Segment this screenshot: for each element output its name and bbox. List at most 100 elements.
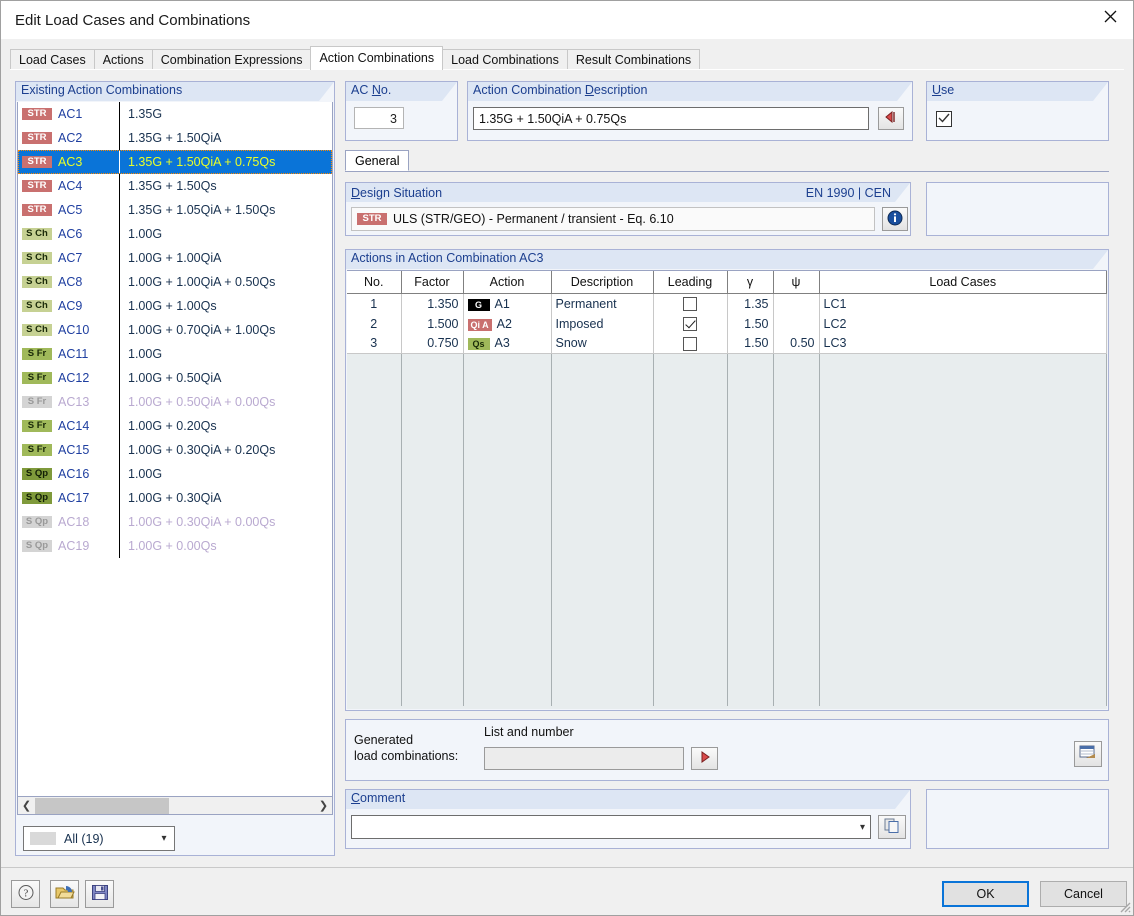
- cell-description[interactable]: Imposed: [551, 313, 654, 334]
- column-header-leading[interactable]: Leading: [653, 271, 728, 294]
- list-item[interactable]: S Fr AC12 1.00G + 0.50QiA: [18, 366, 332, 390]
- list-item[interactable]: S Qp AC19 1.00G + 0.00Qs: [18, 534, 332, 558]
- column-header-gamma[interactable]: γ: [727, 271, 774, 294]
- tab-result-combinations[interactable]: Result Combinations: [566, 49, 701, 69]
- tab-load-cases[interactable]: Load Cases: [10, 49, 95, 69]
- comment-combobox[interactable]: ▾: [351, 815, 871, 839]
- cell-load-cases[interactable]: LC2: [819, 313, 1107, 334]
- list-item[interactable]: S Qp AC16 1.00G: [18, 462, 332, 486]
- list-item[interactable]: S Fr AC11 1.00G: [18, 342, 332, 366]
- design-situation-info-button[interactable]: [882, 207, 908, 231]
- save-button[interactable]: [85, 880, 114, 908]
- list-item[interactable]: STR AC4 1.35G + 1.50Qs: [18, 174, 332, 198]
- cell-factor[interactable]: 1.500: [401, 313, 464, 334]
- cell-leading[interactable]: [653, 333, 728, 354]
- column-header-factor[interactable]: Factor: [401, 271, 464, 294]
- cell-action[interactable]: Qs A3: [463, 333, 552, 354]
- comment-panel: Comment ▾: [345, 789, 911, 849]
- list-item[interactable]: S Ch AC10 1.00G + 0.70QiA + 1.00Qs: [18, 318, 332, 342]
- design-situation-select[interactable]: STR ULS (STR/GEO) - Permanent / transien…: [351, 207, 875, 231]
- list-item[interactable]: S Fr AC14 1.00G + 0.20Qs: [18, 414, 332, 438]
- tab-action-combinations[interactable]: Action Combinations: [310, 46, 444, 70]
- cancel-button[interactable]: Cancel: [1040, 881, 1127, 907]
- table-settings-button[interactable]: [1074, 741, 1102, 767]
- list-item[interactable]: S Fr AC13 1.00G + 0.50QiA + 0.00Qs: [18, 390, 332, 414]
- ac-no-input[interactable]: 3: [354, 107, 404, 129]
- table-row[interactable]: 3 0.750 Qs A3 Snow 1.50 0.50 LC3: [347, 333, 1107, 354]
- column-header-load-cases[interactable]: Load Cases: [819, 271, 1107, 294]
- table-row[interactable]: 1 1.350 G A1 Permanent 1.35 LC1: [347, 293, 1107, 314]
- chevron-right-icon[interactable]: ❯: [315, 798, 332, 814]
- cell-description[interactable]: Snow: [551, 333, 654, 354]
- cell-load-cases[interactable]: LC3: [819, 333, 1107, 354]
- header-corner-shape: [895, 790, 910, 809]
- list-item-id-cell: S Qp AC16: [18, 467, 119, 481]
- list-item[interactable]: S Ch AC8 1.00G + 1.00QiA + 0.50Qs: [18, 270, 332, 294]
- actions-in-combination-panel: Actions in Action Combination AC3 No. Fa…: [345, 249, 1109, 711]
- chevron-left-icon[interactable]: ❮: [18, 798, 35, 814]
- leading-checkbox[interactable]: [683, 297, 697, 312]
- list-and-number-input[interactable]: [484, 747, 684, 770]
- resize-grip[interactable]: [1117, 899, 1131, 913]
- cell-gamma[interactable]: 1.50: [727, 333, 774, 354]
- action-combination-list[interactable]: STR AC1 1.35G STR AC2 1.35G + 1.50QiA STR AC3 1.…: [17, 102, 333, 797]
- cell-no[interactable]: 2: [347, 313, 402, 334]
- open-button[interactable]: [50, 880, 79, 908]
- list-item-expression: 1.00G + 1.00Qs: [119, 294, 332, 318]
- cell-load-cases[interactable]: LC1: [819, 293, 1107, 314]
- list-item[interactable]: S Qp AC17 1.00G + 0.30QiA: [18, 486, 332, 510]
- scrollbar-thumb[interactable]: [35, 797, 169, 814]
- table-row[interactable]: 2 1.500 Qi A A2 Imposed 1.50 LC2: [347, 313, 1107, 334]
- cell-description[interactable]: Permanent: [551, 293, 654, 314]
- close-button[interactable]: [1087, 1, 1133, 31]
- description-input[interactable]: 1.35G + 1.50QiA + 0.75Qs: [473, 107, 869, 130]
- cell-leading[interactable]: [653, 293, 728, 314]
- list-item[interactable]: S Fr AC15 1.00G + 0.30QiA + 0.20Qs: [18, 438, 332, 462]
- cell-psi[interactable]: [773, 313, 820, 334]
- cell-no[interactable]: 1: [347, 293, 402, 314]
- column-header-description[interactable]: Description: [551, 271, 654, 294]
- cell-psi[interactable]: 0.50: [773, 333, 820, 354]
- tab-load-combinations[interactable]: Load Combinations: [442, 49, 568, 69]
- generate-button[interactable]: [691, 747, 718, 770]
- list-item[interactable]: S Ch AC6 1.00G: [18, 222, 332, 246]
- column-header-action[interactable]: Action: [463, 271, 552, 294]
- cell-action[interactable]: Qi A A2: [463, 313, 552, 334]
- list-filter-dropdown[interactable]: All (19) ▾: [23, 826, 175, 851]
- actions-table-header: Actions in Action Combination AC3: [346, 250, 1108, 269]
- design-situation-side-panel: [926, 182, 1109, 236]
- action-name: A3: [494, 336, 510, 351]
- tab-combination-expressions[interactable]: Combination Expressions: [151, 49, 312, 69]
- chevron-down-icon[interactable]: ▾: [860, 822, 865, 833]
- leading-checkbox[interactable]: [683, 336, 697, 351]
- action-type-badge: G: [467, 298, 490, 311]
- cell-psi[interactable]: [773, 293, 820, 314]
- ok-button[interactable]: OK: [942, 881, 1029, 907]
- cell-leading[interactable]: [653, 313, 728, 334]
- help-button[interactable]: ?: [11, 880, 40, 908]
- horizontal-scrollbar[interactable]: ❮ ❯: [17, 797, 333, 815]
- cell-action[interactable]: G A1: [463, 293, 552, 314]
- cell-no[interactable]: 3: [347, 333, 402, 354]
- cell-factor[interactable]: 0.750: [401, 333, 464, 354]
- use-checkbox[interactable]: [936, 111, 952, 127]
- list-item[interactable]: S Ch AC7 1.00G + 1.00QiA: [18, 246, 332, 270]
- list-item[interactable]: STR AC5 1.35G + 1.05QiA + 1.50Qs: [18, 198, 332, 222]
- cell-factor[interactable]: 1.350: [401, 293, 464, 314]
- cell-gamma[interactable]: 1.50: [727, 313, 774, 334]
- list-item[interactable]: STR AC3 1.35G + 1.50QiA + 0.75Qs: [18, 150, 332, 174]
- subtab-general[interactable]: General: [345, 150, 410, 171]
- tab-actions[interactable]: Actions: [93, 49, 153, 69]
- column-header-psi[interactable]: ψ: [773, 271, 820, 294]
- column-header-no[interactable]: No.: [347, 271, 402, 294]
- list-item[interactable]: S Qp AC18 1.00G + 0.30QiA + 0.00Qs: [18, 510, 332, 534]
- leading-checkbox[interactable]: [683, 316, 697, 331]
- comment-copy-button[interactable]: [878, 815, 906, 839]
- list-item[interactable]: STR AC1 1.35G: [18, 102, 332, 126]
- apply-description-button[interactable]: [878, 107, 904, 130]
- scrollbar-track[interactable]: [35, 797, 315, 814]
- list-item[interactable]: S Ch AC9 1.00G + 1.00Qs: [18, 294, 332, 318]
- cell-gamma[interactable]: 1.35: [727, 293, 774, 314]
- header-corner-shape: [897, 82, 912, 101]
- list-item[interactable]: STR AC2 1.35G + 1.50QiA: [18, 126, 332, 150]
